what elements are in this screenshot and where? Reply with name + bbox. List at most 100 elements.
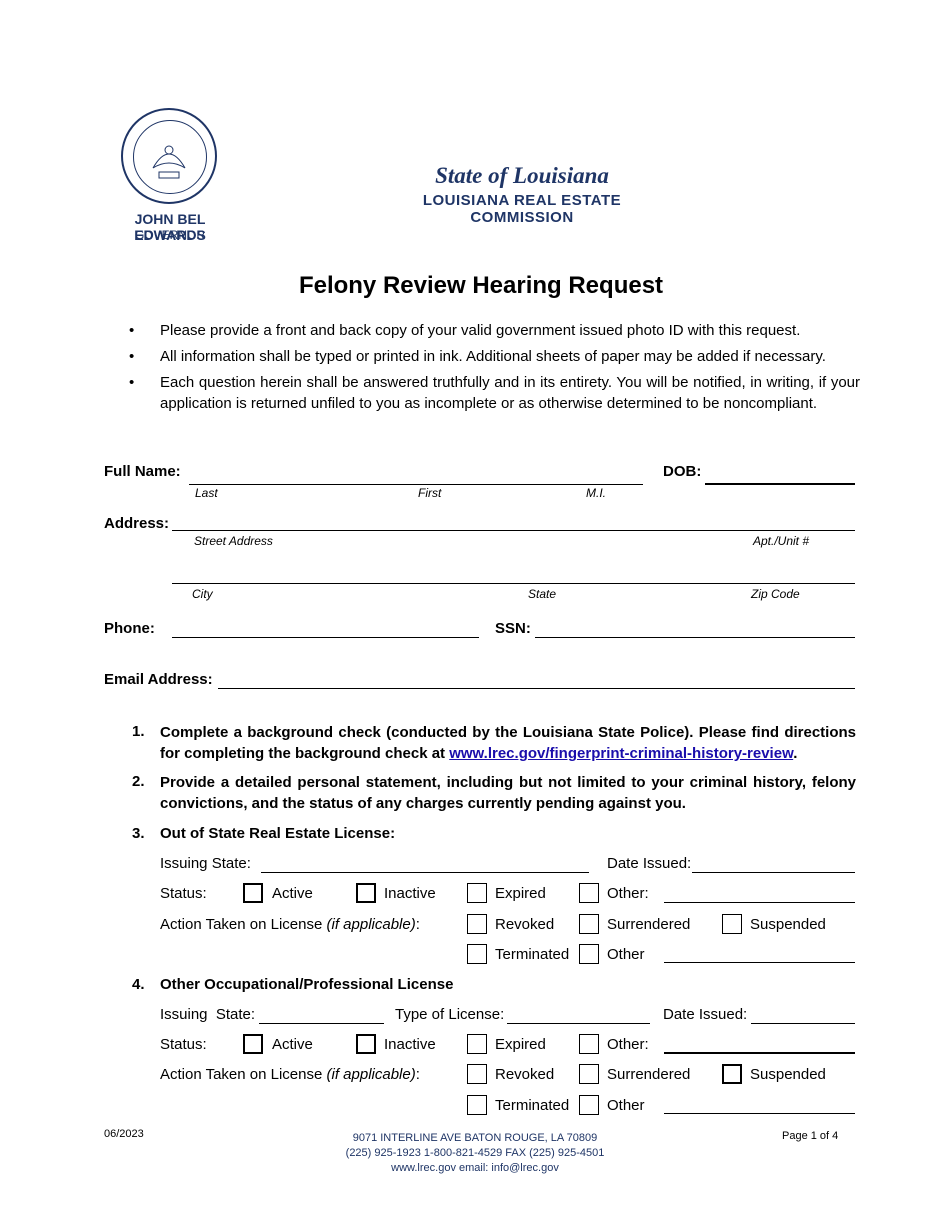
q4-date-issued-label: Date Issued: [663, 1006, 748, 1023]
instruction-item: Each question herein shall be answered t… [125, 372, 860, 414]
state-seal-logo [121, 108, 217, 204]
q4-issuing-state-label: Issuing State: [160, 1006, 256, 1023]
q3-surrendered-label: Surrendered [607, 916, 691, 933]
page-number: Page 1 of 4 [782, 1130, 839, 1142]
q3-action-text: Action Taken on License [160, 916, 323, 933]
q3-other-action-field[interactable] [664, 962, 855, 963]
q3-expired-checkbox[interactable] [467, 883, 487, 903]
mi-sublabel: M.I. [586, 486, 606, 500]
q3-revoked-checkbox[interactable] [467, 914, 487, 934]
q1-period: . [793, 745, 798, 762]
pelican-icon [152, 145, 186, 179]
footer-address: 9071 INTERLINE AVE BATON ROUGE, LA 70809 [352, 1132, 598, 1144]
q4-inactive-label: Inactive [384, 1036, 436, 1053]
q4-action-colon: : [415, 1066, 420, 1083]
ssn-field[interactable] [535, 637, 855, 638]
zip-sublabel: Zip Code [751, 587, 800, 601]
dob-field[interactable] [705, 483, 855, 485]
q3-active-checkbox[interactable] [243, 883, 263, 903]
q4-suspended-checkbox[interactable] [722, 1064, 742, 1084]
q3-issuing-state-field[interactable] [261, 872, 589, 873]
phone-field[interactable] [172, 637, 479, 638]
state-sublabel: State [528, 587, 557, 601]
q4-heading: Other Occupational/Professional License [160, 976, 454, 993]
q3-terminated-label: Terminated [495, 946, 570, 963]
city-state-zip-field[interactable] [172, 583, 855, 584]
q3-active-label: Active [272, 885, 313, 902]
phone-label: Phone: [104, 620, 155, 637]
q3-inactive-label: Inactive [384, 885, 436, 902]
q3-date-issued-field[interactable] [692, 872, 855, 873]
q4-active-label: Active [272, 1036, 313, 1053]
state-title: State of Louisiana [435, 163, 609, 188]
q1-number: 1. [132, 723, 145, 740]
q4-other-action-label: Other [607, 1097, 645, 1114]
q4-other-action-field[interactable] [664, 1113, 855, 1114]
street-address-field[interactable] [172, 530, 855, 531]
street-sublabel: Street Address [194, 534, 273, 548]
q1-text: Complete a background check (conducted b… [160, 722, 856, 764]
q3-suspended-checkbox[interactable] [722, 914, 742, 934]
apt-sublabel: Apt./Unit # [753, 534, 810, 548]
city-sublabel: City [192, 587, 213, 601]
q3-other-action-checkbox[interactable] [579, 944, 599, 964]
q3-action-label: Action Taken on License (if applicable): [160, 916, 420, 933]
q4-date-issued-field[interactable] [751, 1023, 855, 1024]
instructions-list: Please provide a front and back copy of … [125, 320, 860, 419]
q3-heading: Out of State Real Estate License: [160, 825, 396, 842]
q4-inactive-checkbox[interactable] [356, 1034, 376, 1054]
q4-surrendered-checkbox[interactable] [579, 1064, 599, 1084]
full-name-label: Full Name: [104, 463, 181, 480]
q3-inactive-checkbox[interactable] [356, 883, 376, 903]
q3-suspended-label: Suspended [750, 916, 826, 933]
q3-action-colon: : [415, 916, 420, 933]
q4-expired-label: Expired [495, 1036, 546, 1053]
footer-phone: (225) 925-1923 1-800-821-4529 FAX (225) … [345, 1147, 605, 1159]
revision-date: 06/2023 [104, 1128, 144, 1140]
q3-action-note: (if applicable) [326, 916, 416, 933]
q3-surrendered-checkbox[interactable] [579, 914, 599, 934]
q4-action-text: Action Taken on License [160, 1066, 323, 1083]
first-sublabel: First [418, 486, 442, 500]
q4-surrendered-label: Surrendered [607, 1066, 691, 1083]
q4-revoked-checkbox[interactable] [467, 1064, 487, 1084]
q4-other-status-label: Other: [607, 1036, 649, 1053]
footer-web: www.lrec.gov email: info@lrec.gov [391, 1162, 559, 1174]
full-name-field[interactable] [189, 484, 643, 485]
q3-other-status-field[interactable] [664, 902, 855, 903]
q4-action-label: Action Taken on License (if applicable): [160, 1066, 420, 1083]
q4-type-label: Type of License: [395, 1006, 505, 1023]
address-label: Address: [104, 515, 170, 532]
q4-terminated-checkbox[interactable] [467, 1095, 487, 1115]
instruction-item: All information shall be typed or printe… [125, 346, 860, 367]
q4-issuing-state-field[interactable] [259, 1023, 384, 1024]
background-check-link[interactable]: www.lrec.gov/fingerprint-criminal-histor… [449, 745, 793, 762]
q4-terminated-label: Terminated [495, 1097, 570, 1114]
q3-other-status-checkbox[interactable] [579, 883, 599, 903]
q4-active-checkbox[interactable] [243, 1034, 263, 1054]
q3-issuing-state-label: Issuing State: [160, 855, 251, 872]
q4-revoked-label: Revoked [495, 1066, 555, 1083]
q4-expired-checkbox[interactable] [467, 1034, 487, 1054]
q3-status-label: Status: [160, 885, 207, 902]
page-title: Felony Review Hearing Request [298, 272, 664, 299]
q2-number: 2. [132, 773, 145, 790]
governor-title: GOVERNOR [134, 228, 205, 242]
instruction-item: Please provide a front and back copy of … [125, 320, 860, 341]
q4-other-action-checkbox[interactable] [579, 1095, 599, 1115]
q3-other-action-label: Other [607, 946, 645, 963]
q4-suspended-label: Suspended [750, 1066, 826, 1083]
q3-expired-label: Expired [495, 885, 546, 902]
q4-action-note: (if applicable) [326, 1066, 416, 1083]
q3-number: 3. [132, 825, 145, 842]
q4-other-status-checkbox[interactable] [579, 1034, 599, 1054]
ssn-label: SSN: [495, 620, 531, 637]
q2-text: Provide a detailed personal statement, i… [160, 774, 856, 812]
q3-date-issued-label: Date Issued: [607, 855, 692, 872]
q3-revoked-label: Revoked [495, 916, 555, 933]
email-field[interactable] [218, 688, 855, 689]
q4-other-status-field[interactable] [664, 1052, 855, 1054]
q4-type-field[interactable] [507, 1023, 650, 1024]
q3-terminated-checkbox[interactable] [467, 944, 487, 964]
q4-status-label: Status: [160, 1036, 207, 1053]
